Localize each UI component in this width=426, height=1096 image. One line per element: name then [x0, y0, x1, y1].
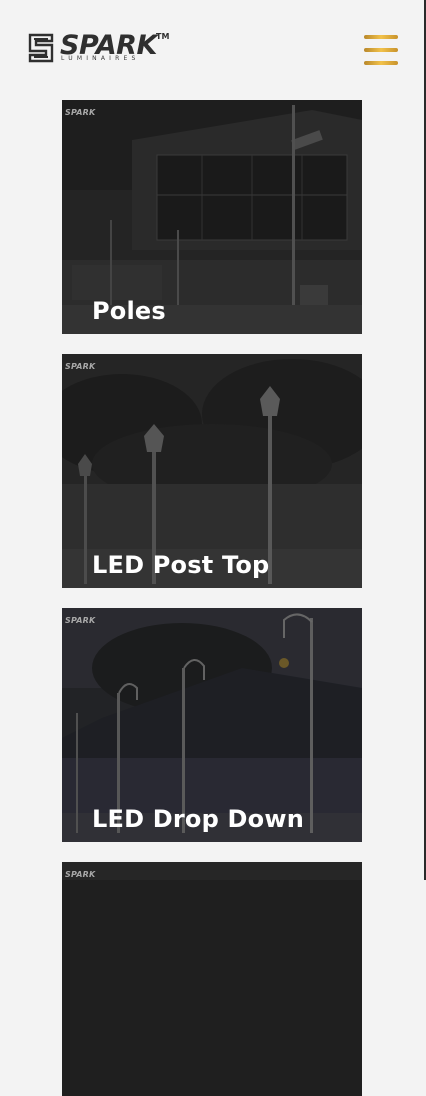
card-brand-badge: SPARK: [65, 870, 96, 879]
partial-card-photo: [62, 862, 362, 1096]
card-title: Poles: [92, 297, 166, 325]
brand-tagline: LUMINAIRES: [61, 55, 140, 62]
category-card-led-drop-down[interactable]: SPARK LED Drop Down: [62, 608, 362, 842]
card-brand-badge: SPARK: [65, 616, 96, 625]
menu-line: [364, 61, 398, 65]
menu-line: [364, 48, 398, 52]
card-title: LED Drop Down: [92, 805, 305, 833]
spark-logo[interactable]: SPARK TM LUMINAIRES: [28, 31, 173, 67]
card-title: LED Post Top: [92, 551, 270, 579]
category-card-partial[interactable]: SPARK: [62, 862, 362, 1096]
site-header: SPARK TM LUMINAIRES: [0, 0, 424, 90]
hamburger-menu-icon[interactable]: [362, 33, 400, 67]
spark-logo-mark-icon: [28, 33, 54, 63]
category-card-led-post-top[interactable]: SPARK LED Post Top: [62, 354, 362, 588]
card-brand-badge: SPARK: [65, 108, 96, 117]
card-brand-badge: SPARK: [65, 362, 96, 371]
brand-trademark: TM: [156, 32, 170, 41]
menu-line: [364, 35, 398, 39]
category-card-poles[interactable]: SPARK Poles: [62, 100, 362, 334]
